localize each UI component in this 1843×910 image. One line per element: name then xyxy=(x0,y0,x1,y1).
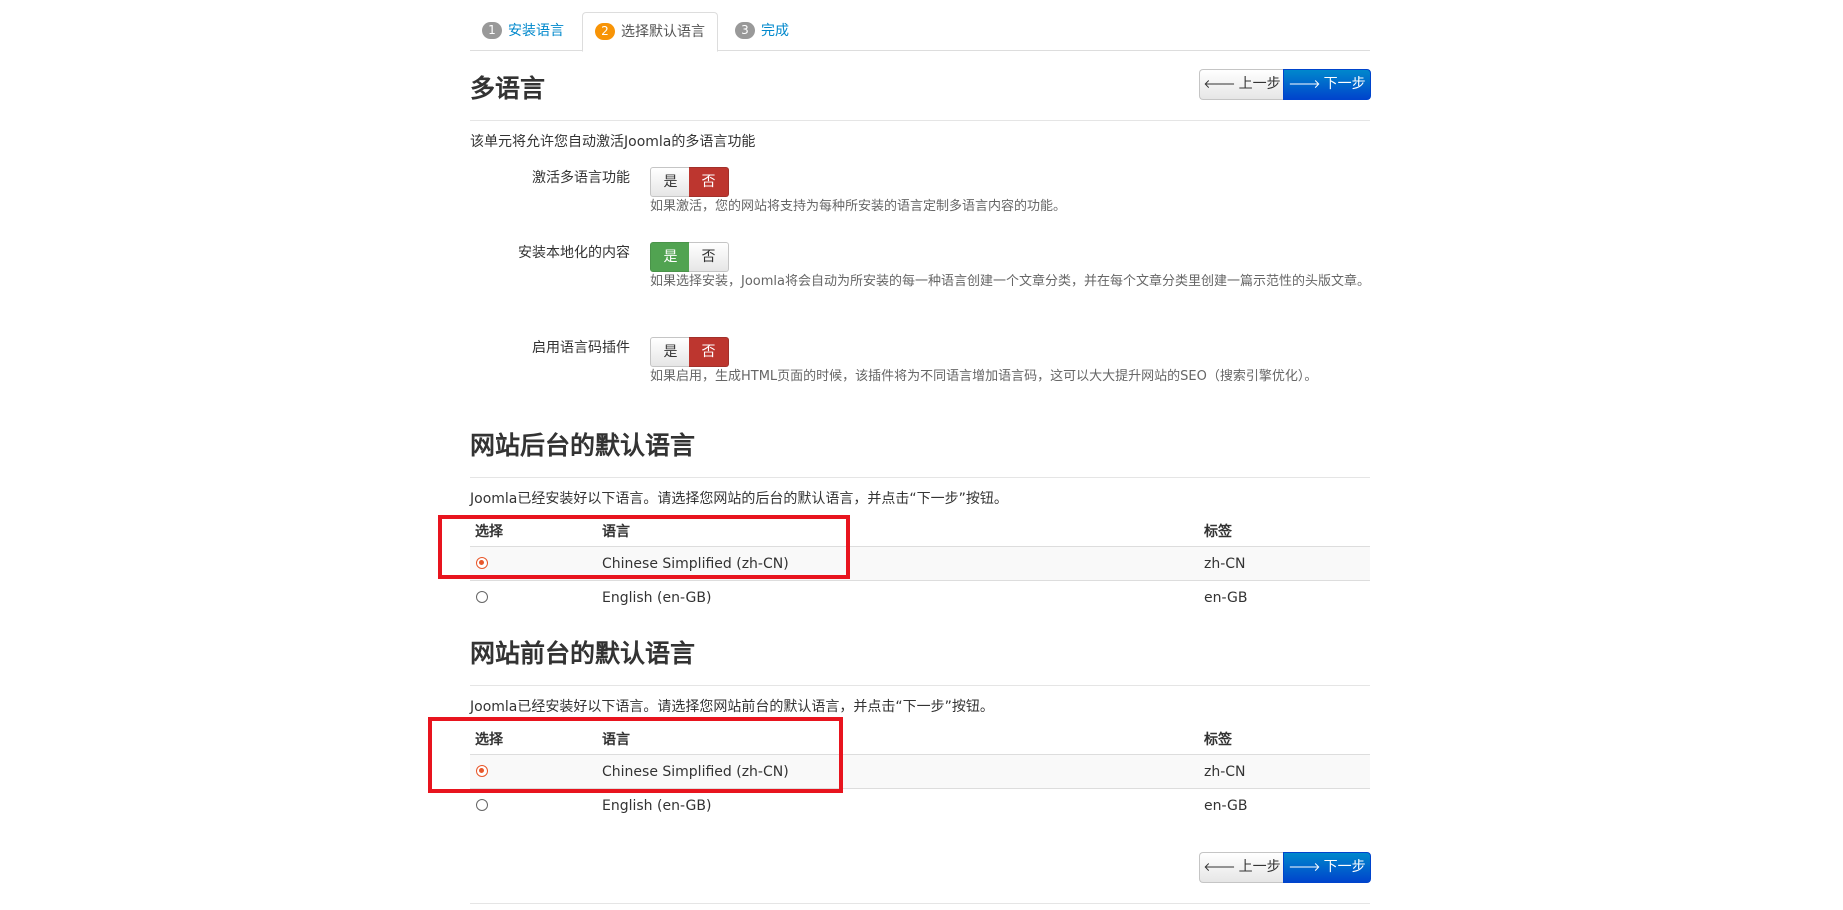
site-language-title: 网站前台的默认语言 xyxy=(470,639,696,668)
yes-option[interactable]: 是 xyxy=(650,167,691,197)
next-button[interactable]: 🡒 下一步 xyxy=(1283,69,1371,100)
column-header-tag: 标签 xyxy=(1204,732,1232,748)
divider xyxy=(470,685,1370,686)
activate-multilang-toggle: 是 否 xyxy=(650,167,730,197)
no-option[interactable]: 否 xyxy=(689,337,729,367)
step-number-badge: 1 xyxy=(482,22,502,39)
multilang-title: 多语言 xyxy=(470,74,546,103)
divider xyxy=(470,477,1370,478)
next-button[interactable]: 🡒 下一步 xyxy=(1283,852,1371,883)
language-name: English (en-GB) xyxy=(602,590,712,606)
previous-button[interactable]: 🡐 上一步 xyxy=(1199,852,1284,883)
help-text: 如果激活，您的网站将支持为每种所安装的语言定制多语言内容的功能。 xyxy=(650,199,1067,214)
step-number-badge: 3 xyxy=(735,22,755,39)
language-tag: zh-CN xyxy=(1204,556,1246,572)
tab-label: 安装语言 xyxy=(508,23,564,39)
step-tabs: 1 安装语言 2 选择默认语言 3 完成 xyxy=(470,12,1370,52)
no-option[interactable]: 否 xyxy=(689,242,729,272)
highlight-box-site xyxy=(428,717,843,793)
field-label-language-code-plugin: 启用语言码插件 xyxy=(532,340,630,356)
help-text: 如果选择安装，Joomla将会自动为所安装的每一种语言创建一个文章分类，并在每个… xyxy=(650,274,1370,289)
tab-default-language[interactable]: 2 选择默认语言 xyxy=(582,12,718,52)
tab-label: 完成 xyxy=(761,23,789,39)
tab-finish[interactable]: 3 完成 xyxy=(723,12,801,50)
admin-language-title: 网站后台的默认语言 xyxy=(470,431,696,460)
column-header-tag: 标签 xyxy=(1204,524,1232,540)
install-page: 1 安装语言 2 选择默认语言 3 完成 多语言 🡐 上一步 🡒 下一步 该单元将允许您自… xyxy=(428,0,1371,910)
admin-language-description: Joomla已经安装好以下语言。请选择您网站的后台的默认语言，并点击“下一步”按… xyxy=(470,491,1008,507)
site-language-description: Joomla已经安装好以下语言。请选择您网站前台的默认语言，并点击“下一步”按钮… xyxy=(470,699,994,715)
language-code-plugin-toggle: 是 否 xyxy=(650,337,730,367)
table-row[interactable]: English (en-GB) en-GB xyxy=(470,788,1370,823)
help-text: 如果启用，生成HTML页面的时候，该插件将为不同语言增加语言码，这可以大大提升网… xyxy=(650,369,1318,384)
arrow-left-icon: 🡐 xyxy=(1203,860,1236,874)
arrow-left-icon: 🡐 xyxy=(1203,77,1236,91)
tab-install-languages[interactable]: 1 安装语言 xyxy=(470,12,576,50)
language-tag: en-GB xyxy=(1204,590,1248,606)
arrow-right-icon: 🡒 xyxy=(1288,860,1321,874)
previous-button[interactable]: 🡐 上一步 xyxy=(1199,69,1284,100)
divider xyxy=(470,120,1370,121)
language-radio[interactable] xyxy=(476,591,488,603)
tab-label: 选择默认语言 xyxy=(621,24,705,40)
field-label-localised-content: 安装本地化的内容 xyxy=(518,245,630,261)
arrow-right-icon: 🡒 xyxy=(1288,77,1321,91)
language-tag: en-GB xyxy=(1204,798,1248,814)
divider xyxy=(470,903,1370,904)
yes-option[interactable]: 是 xyxy=(650,337,691,367)
no-option[interactable]: 否 xyxy=(689,167,729,197)
language-name: English (en-GB) xyxy=(602,798,712,814)
highlight-box-admin xyxy=(438,515,850,579)
localised-content-toggle: 是 否 xyxy=(650,242,730,272)
language-tag: zh-CN xyxy=(1204,764,1246,780)
language-radio[interactable] xyxy=(476,799,488,811)
multilang-description: 该单元将允许您自动激活Joomla的多语言功能 xyxy=(470,134,756,150)
field-label-activate-multilang: 激活多语言功能 xyxy=(532,170,630,186)
yes-option[interactable]: 是 xyxy=(650,242,691,272)
table-row[interactable]: English (en-GB) en-GB xyxy=(470,580,1370,615)
step-number-badge: 2 xyxy=(595,23,615,40)
